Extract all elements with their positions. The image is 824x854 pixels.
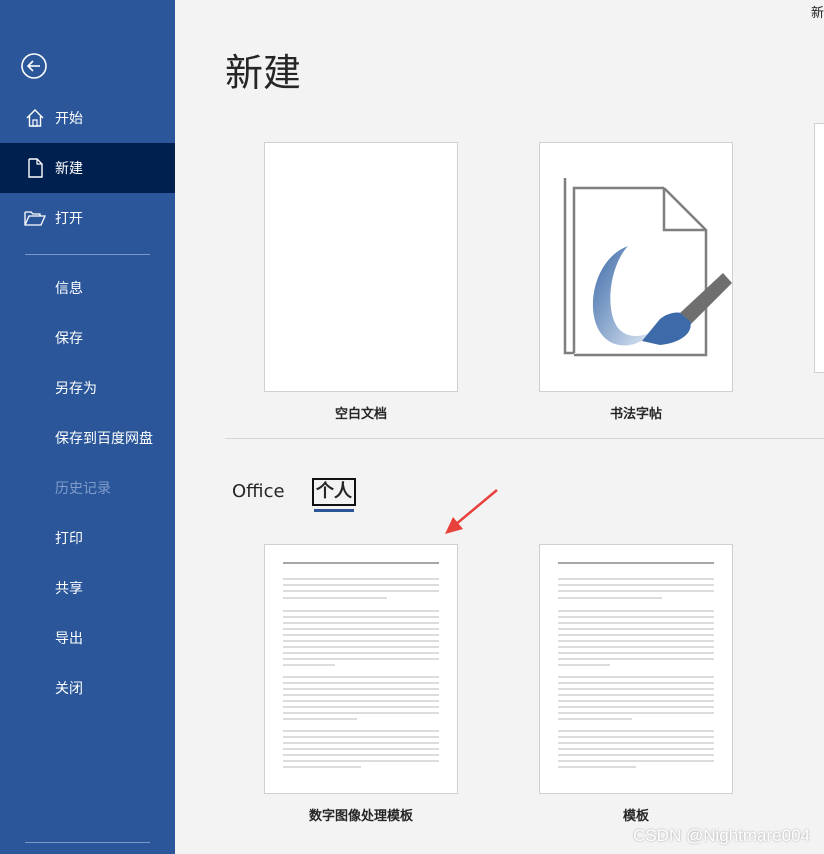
sidebar-item-label: 打印 [55,531,83,547]
sidebar-item-home[interactable]: 开始 [0,93,175,143]
annotation-arrow-icon [445,489,498,534]
sidebar-item-label: 打开 [55,211,83,227]
sidebar-item-print[interactable]: 打印 [0,513,175,563]
new-document-icon [24,157,46,179]
sidebar-item-label: 历史记录 [55,481,111,497]
page-title: 新建 [225,51,302,95]
sidebar-item-save-as[interactable]: 另存为 [0,363,175,413]
sidebar-item-new[interactable]: 新建 [0,143,175,193]
tab-active-indicator [314,509,354,512]
template-thumbnail-partial[interactable] [814,123,824,373]
main-content: 新 新建 空白文档 书法字帖 Office 个人 数字图像处理模板 模板 [175,0,824,854]
backstage-sidebar: 开始 新建 打开 信息 保存 另存为 保存到百度网盘 历史记录 打印 共享 导出… [0,0,175,854]
template-label: 模板 [622,809,649,824]
template-label: 数字图像处理模板 [308,809,413,824]
tab-personal[interactable]: 个人 [312,478,356,506]
sidebar-item-label: 另存为 [55,381,97,397]
template-label: 空白文档 [334,407,387,422]
sidebar-item-label: 保存 [55,331,83,347]
template-thumbnail [539,544,733,794]
document-preview-icon [283,562,439,768]
sidebar-item-export[interactable]: 导出 [0,613,175,663]
template-digital-image-processing[interactable]: 数字图像处理模板 [264,544,458,829]
sidebar-item-label: 导出 [55,631,83,647]
template-thumbnail [264,142,458,392]
template-label: 书法字帖 [609,407,662,422]
home-icon [24,107,46,129]
section-divider [225,438,824,439]
back-arrow-icon[interactable] [20,52,48,80]
template-thumbnail [264,544,458,794]
corner-text: 新 [810,6,824,21]
sidebar-item-info[interactable]: 信息 [0,263,175,313]
document-preview-icon [558,562,714,768]
sidebar-divider [25,842,150,843]
template-blank-document[interactable]: 空白文档 [264,142,458,427]
sidebar-item-label: 新建 [55,161,83,177]
sidebar-item-close[interactable]: 关闭 [0,663,175,713]
template-generic[interactable]: 模板 [539,544,733,829]
watermark-text: CSDN @Nightmare004 [633,826,810,845]
template-calligraphy[interactable]: 书法字帖 [539,142,733,427]
sidebar-item-label: 保存到百度网盘 [55,431,153,447]
folder-open-icon [24,207,46,229]
sidebar-item-save[interactable]: 保存 [0,313,175,363]
tab-office[interactable]: Office [232,481,285,502]
sidebar-divider [25,254,150,255]
sidebar-item-label: 共享 [55,581,83,597]
sidebar-item-label: 关闭 [55,681,83,697]
sidebar-item-save-to-baidu[interactable]: 保存到百度网盘 [0,413,175,463]
sidebar-item-share[interactable]: 共享 [0,563,175,613]
calligraphy-icon [563,178,732,357]
sidebar-item-history: 历史记录 [0,463,175,513]
sidebar-item-label: 信息 [55,281,83,297]
sidebar-item-label: 开始 [55,111,83,127]
sidebar-item-open[interactable]: 打开 [0,193,175,243]
template-thumbnail [539,142,733,392]
